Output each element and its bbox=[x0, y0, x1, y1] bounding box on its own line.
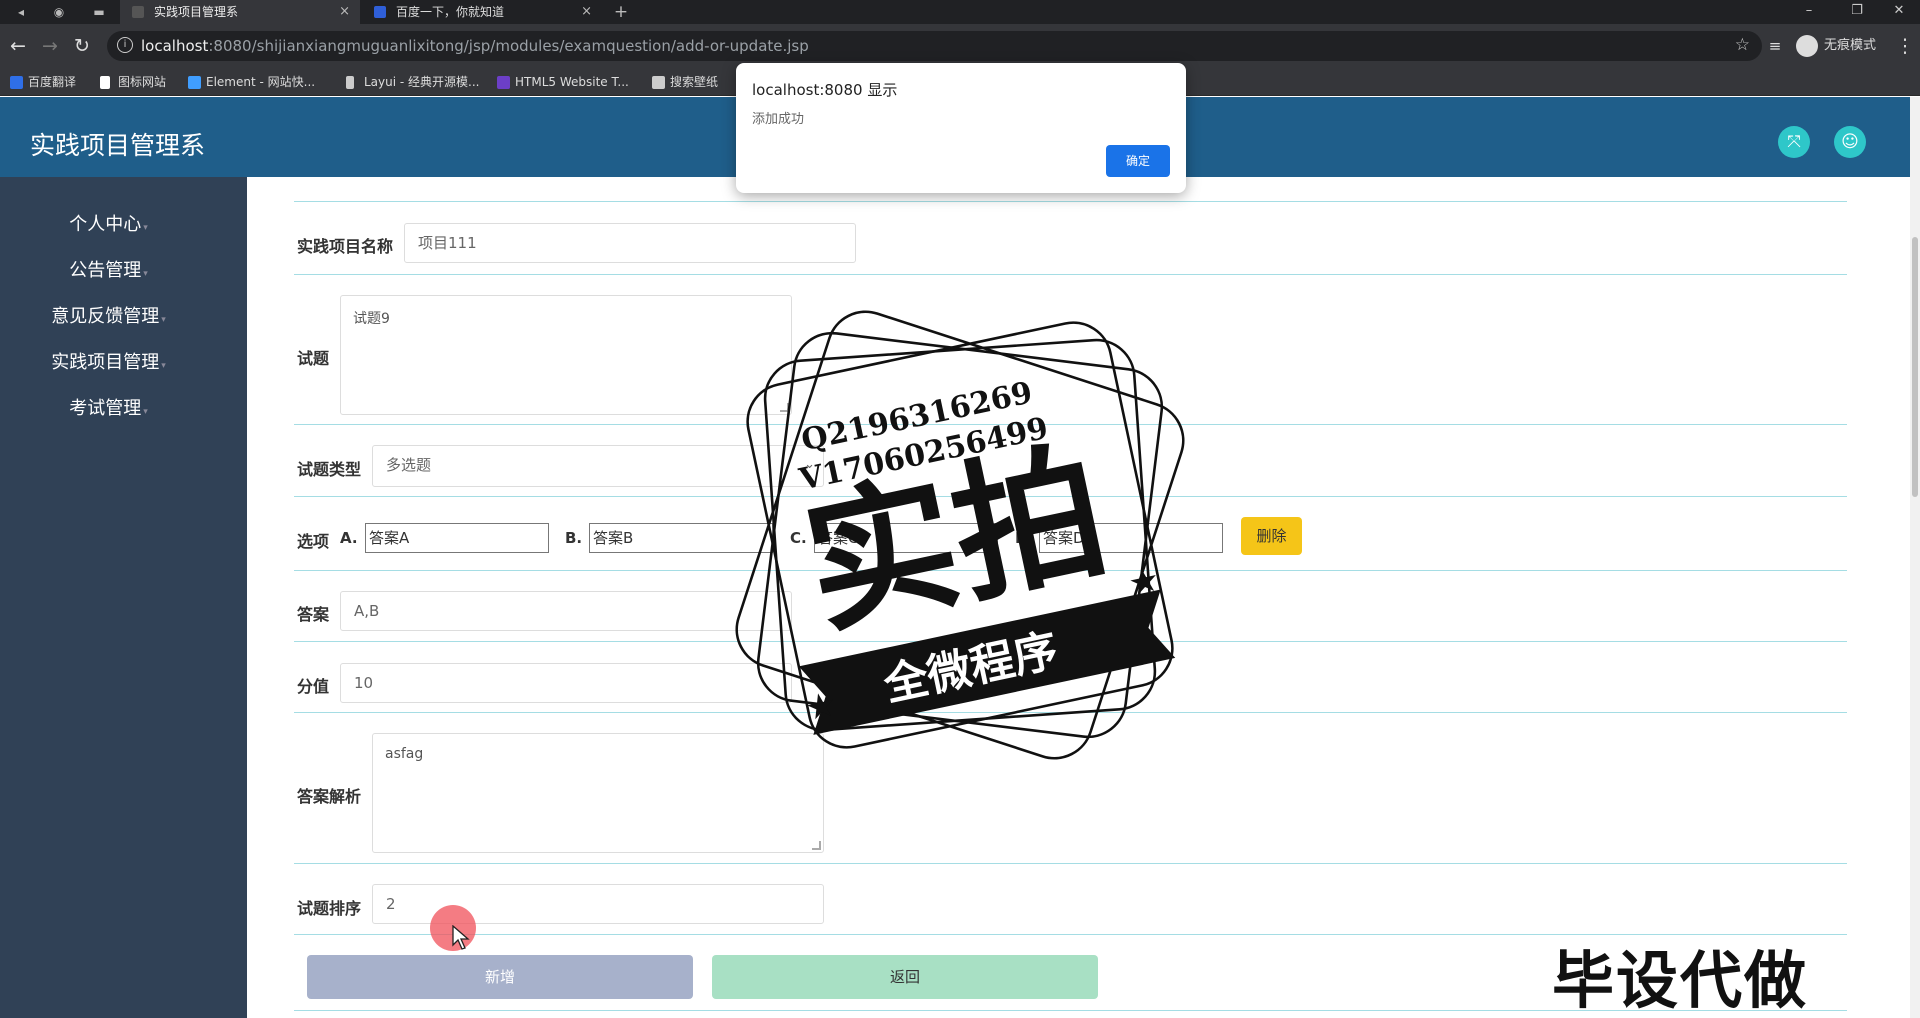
layui-icon bbox=[346, 76, 354, 89]
tab-close-icon[interactable]: × bbox=[581, 0, 592, 24]
resize-grip-icon[interactable] bbox=[812, 841, 821, 850]
baidu-favicon-icon bbox=[374, 6, 386, 18]
chevron-down-icon: ▾ bbox=[161, 361, 166, 371]
bookmark-item[interactable]: HTML5 Website T... bbox=[497, 68, 629, 96]
chevron-down-icon: ▾ bbox=[143, 407, 148, 417]
chevron-down-icon: ▾ bbox=[143, 269, 148, 279]
sidebar-item-notice[interactable]: 公告管理 ▾ bbox=[0, 256, 217, 282]
minimize-icon[interactable]: – bbox=[1788, 0, 1830, 24]
incognito-indicator[interactable]: 无痕模式 bbox=[1796, 32, 1876, 60]
tab-title: 实践项目管理系 bbox=[154, 5, 239, 19]
question-type-label: 试题类型 bbox=[297, 460, 362, 479]
menu-icon[interactable]: ⋮ bbox=[1892, 33, 1918, 59]
reading-list-icon[interactable]: ≡ bbox=[1762, 33, 1788, 59]
browser-tab-bar: ◂ ◉ ▬ 实践项目管理系 × 百度一下，你就知道 × + – ❐ ✕ bbox=[0, 0, 1920, 24]
watermark-stamp: Q2196316269 V17060256499 实拍 全微程序 ★ ★ bbox=[735, 310, 1185, 760]
chevron-down-icon: ▾ bbox=[161, 315, 166, 325]
sidebar-item-exam[interactable]: 考试管理 ▾ bbox=[0, 394, 217, 420]
wallpaper-icon bbox=[652, 76, 665, 89]
score-label: 分值 bbox=[297, 677, 330, 696]
tab-favicon-icon bbox=[132, 6, 144, 18]
scrollbar-thumb[interactable] bbox=[1912, 237, 1918, 497]
alert-title: localhost:8080 显示 bbox=[752, 81, 898, 99]
page-scrollbar[interactable] bbox=[1910, 97, 1920, 1018]
sidebar-item-feedback[interactable]: 意见反馈管理 ▾ bbox=[0, 302, 217, 328]
incognito-icon bbox=[1796, 34, 1818, 57]
bookmark-star-icon[interactable]: ☆ bbox=[1735, 35, 1750, 55]
close-window-icon[interactable]: ✕ bbox=[1878, 0, 1920, 24]
new-tab-icon[interactable]: + bbox=[610, 3, 632, 21]
alert-dialog: localhost:8080 显示 添加成功 确定 bbox=[736, 63, 1186, 193]
translate-icon bbox=[10, 76, 23, 89]
question-label: 试题 bbox=[297, 349, 330, 368]
bookmark-item[interactable]: 搜索壁纸 bbox=[652, 68, 718, 96]
info-icon[interactable]: i bbox=[117, 37, 133, 53]
window-icon[interactable]: ▬ bbox=[88, 3, 110, 21]
divider bbox=[294, 274, 1847, 275]
back-button[interactable]: 返回 bbox=[712, 955, 1098, 999]
html5-icon bbox=[497, 76, 510, 89]
options-label: 选项 bbox=[297, 532, 330, 551]
sidebar-item-personal-center[interactable]: 个人中心 ▾ bbox=[0, 210, 217, 236]
speaker-icon[interactable]: ◂ bbox=[10, 3, 32, 21]
fullscreen-icon[interactable]: ⤧ bbox=[1778, 126, 1810, 158]
address-bar-row: ← → ↻ i localhost:8080/shijianxiangmugua… bbox=[0, 24, 1920, 68]
corner-watermark: 毕设代做 bbox=[1552, 944, 1809, 1017]
back-icon[interactable]: ← bbox=[5, 33, 31, 59]
alert-message: 添加成功 bbox=[752, 112, 805, 127]
user-icon[interactable]: ☺ bbox=[1834, 126, 1866, 158]
chevron-down-icon: ▾ bbox=[143, 223, 148, 233]
project-name-label: 实践项目名称 bbox=[297, 237, 394, 256]
submit-add-button[interactable]: 新增 bbox=[307, 955, 693, 999]
sidebar-item-project[interactable]: 实践项目管理 ▾ bbox=[0, 348, 217, 374]
analysis-label: 答案解析 bbox=[297, 787, 362, 806]
answer-label: 答案 bbox=[297, 605, 330, 624]
tab-close-icon[interactable]: × bbox=[339, 0, 350, 24]
option-b-letter: B. bbox=[565, 529, 583, 547]
restore-icon[interactable]: ❐ bbox=[1836, 0, 1878, 24]
delete-option-button[interactable]: 删除 bbox=[1241, 517, 1302, 555]
cursor-icon bbox=[452, 925, 470, 950]
divider bbox=[294, 863, 1847, 864]
tab-title: 百度一下，你就知道 bbox=[396, 5, 505, 19]
url-text: localhost:8080/shijianxiangmuguanlixiton… bbox=[141, 37, 809, 55]
reload-icon[interactable]: ↻ bbox=[69, 33, 95, 59]
bookmark-item[interactable]: 图标网站 bbox=[100, 68, 166, 96]
bookmark-item[interactable]: 百度翻译 bbox=[10, 68, 76, 96]
tab-active[interactable]: 实践项目管理系 × bbox=[120, 0, 360, 24]
element-icon bbox=[188, 76, 201, 89]
forward-icon[interactable]: → bbox=[37, 33, 63, 59]
divider bbox=[294, 201, 1847, 202]
order-label: 试题排序 bbox=[297, 899, 362, 918]
url-input[interactable]: i localhost:8080/shijianxiangmuguanlixit… bbox=[107, 31, 1762, 61]
tab-baidu[interactable]: 百度一下，你就知道 × bbox=[362, 0, 602, 24]
sidebar: 个人中心 ▾ 公告管理 ▾ 意见反馈管理 ▾ 实践项目管理 ▾ 考试管理 ▾ bbox=[0, 177, 247, 1018]
bookmark-item[interactable]: Layui - 经典开源模... bbox=[346, 68, 479, 96]
globe-icon[interactable]: ◉ bbox=[48, 3, 70, 21]
bookmark-item[interactable]: Element - 网站快... bbox=[188, 68, 315, 96]
project-name-input[interactable]: 项目111 bbox=[404, 223, 856, 263]
option-a-input[interactable]: 答案A bbox=[365, 523, 549, 553]
alert-ok-button[interactable]: 确定 bbox=[1106, 145, 1170, 177]
flag-icon bbox=[100, 76, 110, 89]
option-a-letter: A. bbox=[340, 529, 358, 547]
